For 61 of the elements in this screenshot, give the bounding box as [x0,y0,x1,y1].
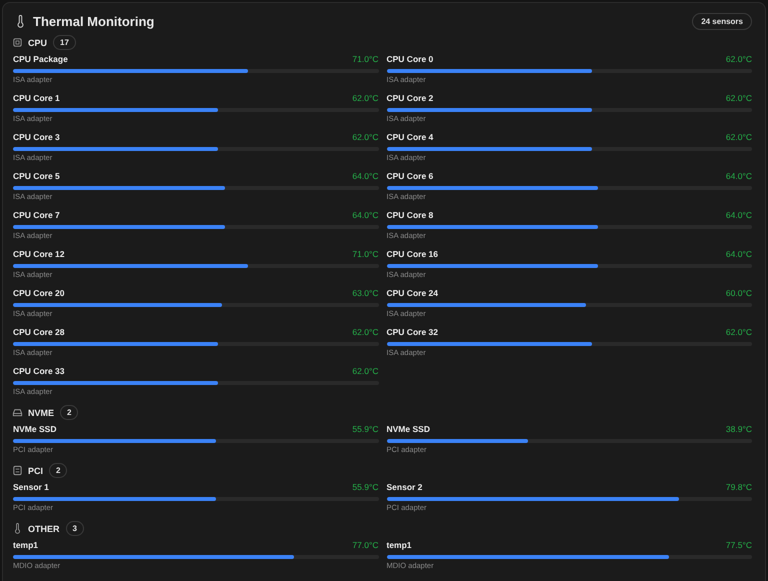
sensor-count: 2 [60,405,78,420]
sensor-name: Sensor 1 [13,482,49,492]
sensor-name: CPU Core 32 [386,327,438,337]
sensor-count: 3 [66,521,84,536]
temperature-reading: 62.0°C [726,132,752,142]
sensor-name: temp1 [13,540,38,550]
sensor-name: CPU Core 20 [13,288,64,298]
sensor-name: CPU Core 24 [386,288,438,298]
sensor-name: CPU Core 6 [386,171,434,181]
sensor-count: 17 [53,35,76,50]
temperature-reading: 62.0°C [352,327,378,337]
sensor-name: CPU Core 33 [13,366,64,376]
temperature-reading: 64.0°C [726,210,752,220]
temperature-reading: 71.0°C [352,54,378,64]
sensor-name: CPU Core 16 [386,249,438,259]
sensor-name: CPU Core 2 [386,93,434,103]
sensor-name: CPU Core 4 [386,132,434,142]
temperature-reading: 62.0°C [352,93,378,103]
temperature-reading: 63.0°C [352,288,378,298]
temperature-reading: 62.0°C [726,54,752,64]
temperature-reading: 60.0°C [726,288,752,298]
group-label: NVME [28,408,54,418]
group-label: OTHER [28,524,60,534]
sensor-count: 2 [49,463,68,478]
temperature-reading: 77.5°C [726,540,752,550]
sensor-name: CPU Core 8 [386,210,434,220]
temperature-reading: 64.0°C [726,171,752,181]
drive-icon [12,407,23,418]
temperature-reading: 55.9°C [352,482,378,492]
sensor-name: CPU Core 3 [13,132,60,142]
temperature-reading: 38.9°C [726,424,752,434]
temperature-reading: 77.0°C [352,540,378,550]
sensor-name: CPU Core 5 [13,171,60,181]
temperature-reading: 64.0°C [352,171,378,181]
sensor-name: NVMe SSD [386,424,430,434]
group-label: PCI [28,466,44,476]
sensor-name: CPU Package [13,54,68,64]
temperature-reading: 71.0°C [352,249,378,259]
chip-icon [12,37,23,48]
group-label: CPU [28,38,48,48]
temperature-reading: 79.8°C [726,482,752,492]
temperature-reading: 64.0°C [726,249,752,259]
sensor-name: Sensor 2 [386,482,422,492]
sensor-name: CPU Core 28 [13,327,64,337]
sensor-name: CPU Core 12 [13,249,64,259]
panel-title: Thermal Monitoring [33,14,154,28]
sensor-name: CPU Core 7 [13,210,60,220]
temperature-reading: 55.9°C [352,424,378,434]
thermometer-icon [12,523,23,534]
sensor-count: 24 sensors [692,12,752,30]
sensor-name: temp1 [386,540,412,550]
sensor-name: CPU Core 0 [386,54,434,64]
chip-icon [12,465,23,476]
temperature-reading: 64.0°C [352,210,378,220]
temperature-reading: 62.0°C [726,327,752,337]
temperature-reading: 62.0°C [352,366,378,376]
temperature-reading: 62.0°C [352,132,378,142]
sensor-name: CPU Core 1 [13,93,60,103]
thermometer-icon [16,14,25,28]
sensor-name: NVMe SSD [13,424,56,434]
temperature-reading: 62.0°C [726,93,752,103]
